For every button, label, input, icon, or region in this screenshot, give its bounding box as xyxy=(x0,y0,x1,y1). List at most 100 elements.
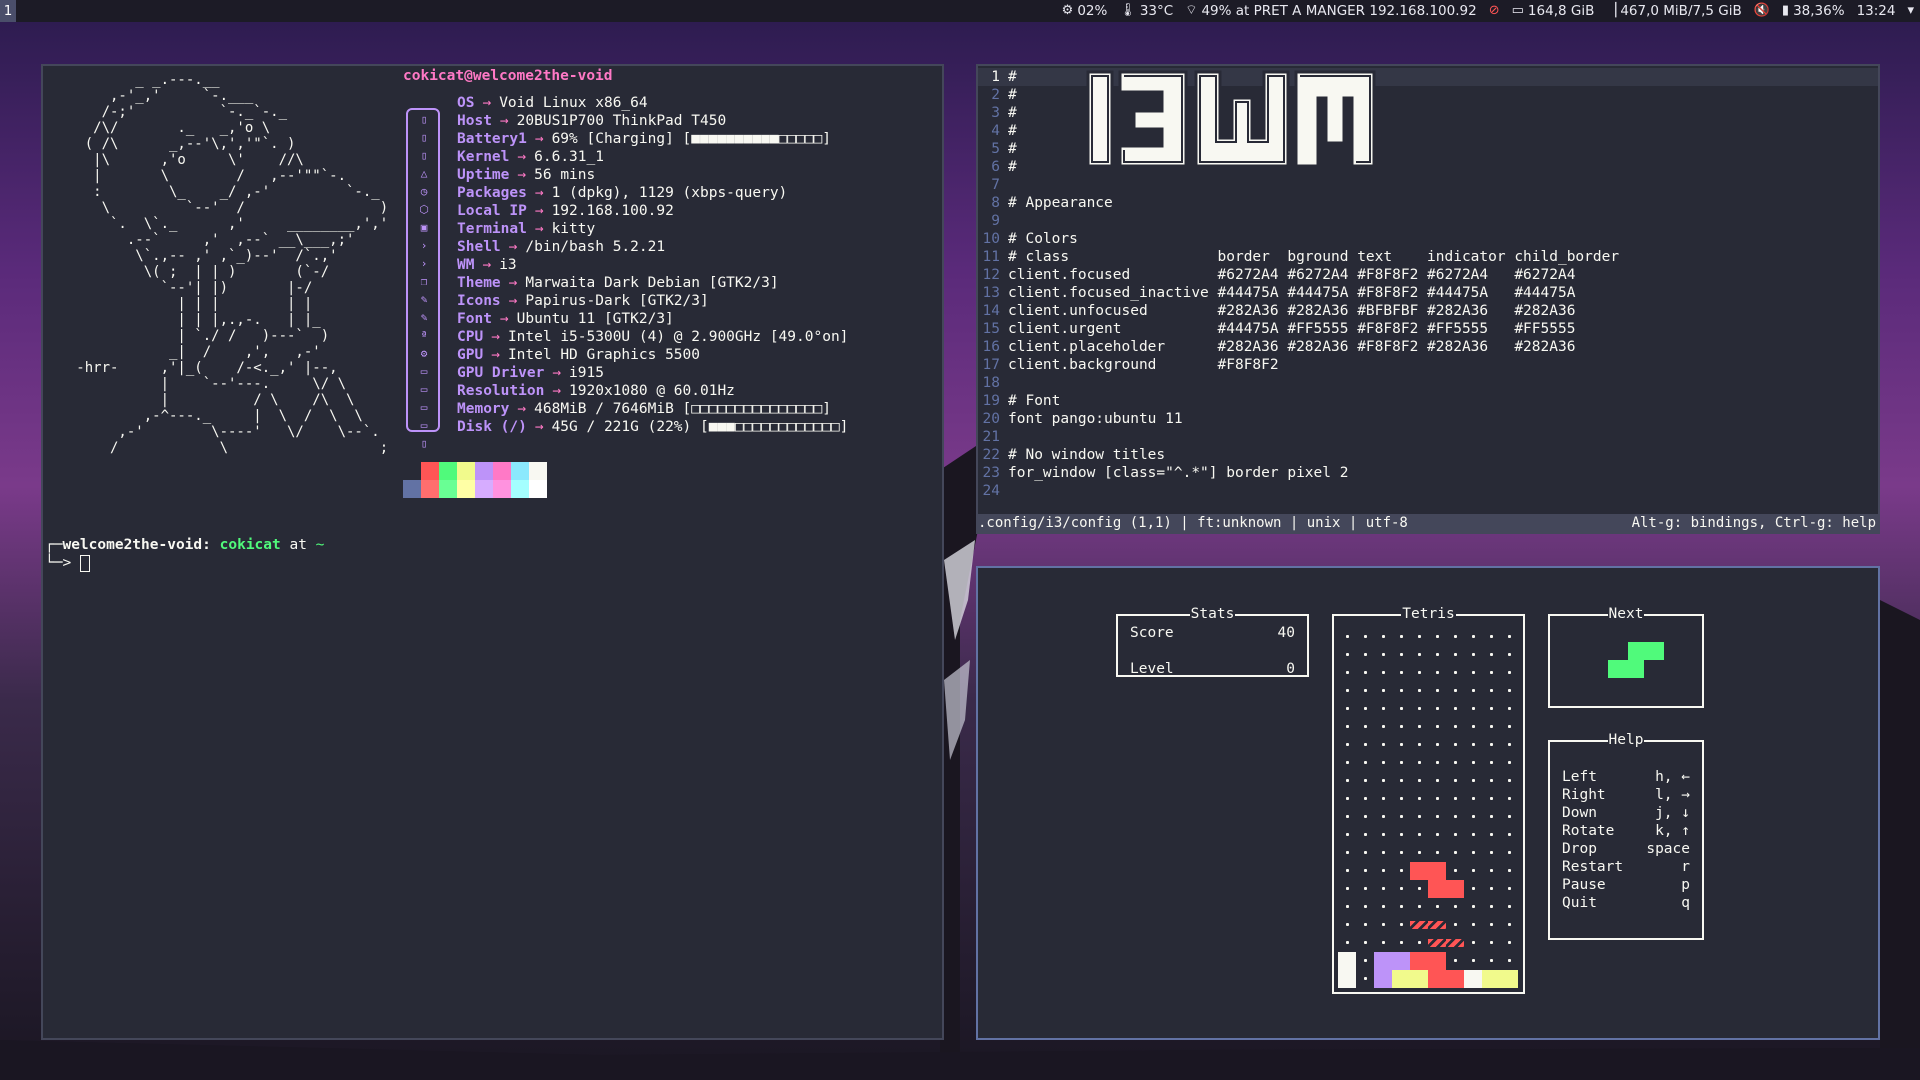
board-empty-cell xyxy=(1400,923,1403,926)
board-empty-cell xyxy=(1490,851,1493,854)
editor-line[interactable]: 14 client.unfocused #282A36 #282A36 #BFBF… xyxy=(978,302,1878,320)
terminal-window[interactable]: _ _.---.__ ,-'_,' `-.___ /-;' `-._`-._ /… xyxy=(41,64,944,1040)
board-empty-cell xyxy=(1364,743,1367,746)
fastfetch-key: Theme xyxy=(457,275,501,291)
status-file-info: .config/i3/config (1,1) | ft:unknown | u… xyxy=(978,515,1408,531)
volume-status[interactable]: 🔇 xyxy=(1754,0,1770,22)
editor-line[interactable]: 20 font pango:ubuntu 11 xyxy=(978,410,1878,428)
settled-block xyxy=(1482,970,1500,988)
editor-line[interactable]: 22 # No window titles xyxy=(978,446,1878,464)
board-empty-cell xyxy=(1346,725,1349,728)
board-empty-cell xyxy=(1364,977,1367,980)
board-empty-cell xyxy=(1490,725,1493,728)
board-empty-cell xyxy=(1454,743,1457,746)
fastfetch-key: Disk (/) xyxy=(457,419,527,435)
arrow-icon: → xyxy=(482,95,492,111)
shell-prompt[interactable]: ┌─welcome2the-void: cokicat at ~ └─> xyxy=(45,536,324,572)
help-key: j, ↓ xyxy=(1655,805,1690,821)
tetris-board[interactable]: Tetris xyxy=(1332,606,1525,994)
monitor-icon: ▭ xyxy=(420,383,428,396)
stats-title: Stats xyxy=(1189,606,1236,622)
ghost-piece-cell xyxy=(1428,939,1446,947)
editor-line[interactable]: 9 xyxy=(978,212,1878,230)
board-empty-cell xyxy=(1364,779,1367,782)
board-empty-cell xyxy=(1472,725,1475,728)
editor-line[interactable]: 15 client.urgent #44475A #FF5555 #F8F8F2 … xyxy=(978,320,1878,338)
arrow-icon: → xyxy=(508,293,518,309)
help-action: Restart xyxy=(1562,859,1624,875)
fastfetch-row: WM → i3 xyxy=(457,256,517,274)
board-empty-cell xyxy=(1490,941,1493,944)
line-number: 3 xyxy=(991,105,1000,121)
board-empty-cell xyxy=(1472,815,1475,818)
board-empty-cell xyxy=(1454,707,1457,710)
board-empty-cell xyxy=(1382,905,1385,908)
level-value: 0 xyxy=(1286,661,1295,677)
board-empty-cell xyxy=(1400,905,1403,908)
board-empty-cell xyxy=(1346,905,1349,908)
board-empty-cell xyxy=(1472,869,1475,872)
editor-line[interactable]: 23 for_window [class="^.*"] border pixel … xyxy=(978,464,1878,482)
arrow-icon: → xyxy=(552,365,562,381)
board-empty-cell xyxy=(1490,815,1493,818)
editor-line[interactable]: 12 client.focused #6272A4 #6272A4 #F8F8F2… xyxy=(978,266,1878,284)
palette-swatch xyxy=(457,462,475,480)
board-empty-cell xyxy=(1382,725,1385,728)
fastfetch-value: 192.168.100.92 xyxy=(551,203,674,219)
settled-block xyxy=(1392,952,1410,970)
editor-line[interactable]: 18 xyxy=(978,374,1878,392)
settled-block xyxy=(1446,970,1464,988)
prompt-host: welcome2the-void xyxy=(62,537,203,553)
wifi-icon: ⌔ xyxy=(1185,3,1198,18)
board-empty-cell xyxy=(1508,923,1511,926)
editor-window[interactable]: 1 #2 #3 #4 #5 #6 #7 8 # Appearance 9 10 # Colors 11 #… xyxy=(976,64,1880,534)
board-empty-cell xyxy=(1490,689,1493,692)
help-action: Right xyxy=(1562,787,1606,803)
monitor-icon: ▭ xyxy=(420,365,428,378)
fastfetch-value: Ubuntu 11 [GTK2/3] xyxy=(516,311,674,327)
fastfetch-key: WM xyxy=(457,257,475,273)
board-empty-cell xyxy=(1472,851,1475,854)
editor-line[interactable]: 10 # Colors xyxy=(978,230,1878,248)
editor-line[interactable]: 16 client.placeholder #282A36 #282A36 #F8… xyxy=(978,338,1878,356)
board-empty-cell xyxy=(1364,707,1367,710)
editor-line[interactable]: 13 client.focused_inactive #44475A #44475… xyxy=(978,284,1878,302)
line-number: 2 xyxy=(991,87,1000,103)
wifi-status: ⌔ 49% at PRET A MANGER 192.168.100.92 xyxy=(1185,0,1477,22)
editor-line[interactable]: 17 client.background #F8F8F2 xyxy=(978,356,1878,374)
editor-line[interactable]: 7 xyxy=(978,176,1878,194)
line-text: client.focused_inactive #44475A #44475A … xyxy=(1008,285,1576,301)
board-empty-cell xyxy=(1436,635,1439,638)
palette-swatch xyxy=(403,480,421,498)
board-empty-cell xyxy=(1418,887,1421,890)
board-empty-cell xyxy=(1508,689,1511,692)
workspace-button[interactable]: 1 xyxy=(0,0,16,22)
board-empty-cell xyxy=(1490,779,1493,782)
tetris-window[interactable]: Stats Score 40 Level 0 Tetris Next Help … xyxy=(976,566,1880,1040)
line-number: 20 xyxy=(982,411,1000,427)
board-empty-cell xyxy=(1346,887,1349,890)
line-text: for_window [class="^.*"] border pixel 2 xyxy=(1008,465,1349,481)
help-key: r xyxy=(1681,859,1690,875)
fastfetch-value: Intel i5-5300U (4) @ 2.900GHz [49.0°on] xyxy=(507,329,849,345)
fastfetch-key: Host xyxy=(457,113,492,129)
board-empty-cell xyxy=(1436,797,1439,800)
board-empty-cell xyxy=(1418,707,1421,710)
editor-line[interactable]: 19 # Font xyxy=(978,392,1878,410)
color-palette xyxy=(403,462,547,498)
line-text: font pango:ubuntu 11 xyxy=(1008,411,1183,427)
fastfetch-row: Disk (/) → 45G / 221G (22%) [■■■□□□□□□□□□□… xyxy=(457,418,848,436)
volume-muted-icon[interactable]: 🔇 xyxy=(1754,0,1770,22)
board-empty-cell xyxy=(1454,833,1457,836)
board-empty-cell xyxy=(1382,743,1385,746)
tray-chevron-icon[interactable]: ▾ xyxy=(1907,0,1914,22)
editor-line[interactable]: 11 # class border bground text indicator … xyxy=(978,248,1878,266)
board-empty-cell xyxy=(1472,941,1475,944)
line-text: # Appearance xyxy=(1008,195,1113,211)
line-text: # No window titles xyxy=(1008,447,1166,463)
fastfetch-key: GPU Driver xyxy=(457,365,545,381)
editor-line[interactable]: 21 xyxy=(978,428,1878,446)
board-empty-cell xyxy=(1418,725,1421,728)
editor-line[interactable]: 24 xyxy=(978,482,1878,500)
editor-line[interactable]: 8 # Appearance xyxy=(978,194,1878,212)
